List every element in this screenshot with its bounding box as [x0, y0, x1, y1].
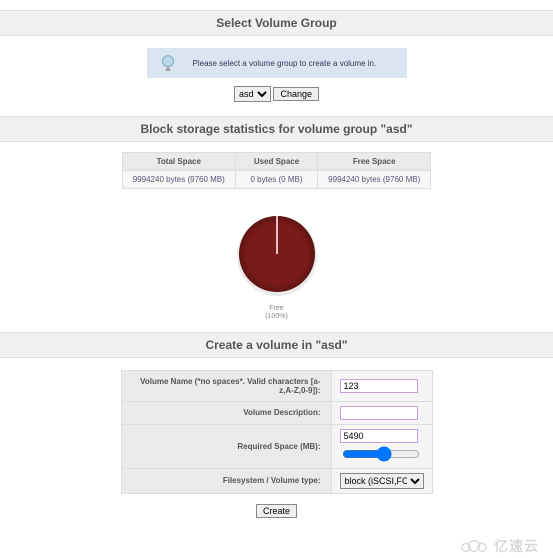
storage-stats-table: Total Space Used Space Free Space 999424…	[122, 152, 431, 189]
val-free: 9994240 bytes (9760 MB)	[318, 171, 431, 189]
table-row: Filesystem / Volume type: block (iSCSI,F…	[121, 468, 432, 493]
table-row: 9994240 bytes (9760 MB) 0 bytes (0 MB) 9…	[122, 171, 430, 189]
label-volume-desc: Volume Description:	[121, 401, 331, 424]
section3-title: Create a volume in "asd"	[205, 338, 347, 352]
field-filesystem: block (iSCSI,FC,etc)	[331, 468, 432, 493]
create-volume-header: Create a volume in "asd"	[0, 332, 553, 358]
field-volume-desc	[331, 401, 432, 424]
field-required-space	[331, 424, 432, 468]
volume-group-select-row: asd Change	[0, 86, 553, 102]
volume-name-input[interactable]	[340, 379, 418, 393]
volume-group-select[interactable]: asd	[234, 86, 271, 102]
storage-stats-header: Block storage statistics for volume grou…	[0, 116, 553, 142]
field-volume-name	[331, 370, 432, 401]
col-used: Used Space	[235, 153, 317, 171]
table-row: Total Space Used Space Free Space	[122, 153, 430, 171]
cloud-icon	[458, 537, 490, 555]
table-row: Required Space (MB):	[121, 424, 432, 468]
col-free: Free Space	[318, 153, 431, 171]
filesystem-select[interactable]: block (iSCSI,FC,etc)	[340, 473, 424, 489]
create-volume-form: Volume Name (*no spaces*. Valid characte…	[121, 370, 433, 494]
val-used: 0 bytes (0 MB)	[235, 171, 317, 189]
chart-label-percent: (100%)	[265, 313, 288, 320]
section1-title: Select Volume Group	[216, 16, 336, 30]
table-row: Volume Description:	[121, 401, 432, 424]
volume-desc-input[interactable]	[340, 406, 418, 420]
chart-label-free: Free	[269, 305, 283, 312]
create-button[interactable]: Create	[256, 504, 297, 518]
pie-chart-svg	[232, 209, 322, 299]
label-required-space: Required Space (MB):	[121, 424, 331, 468]
change-button[interactable]: Change	[273, 87, 319, 101]
required-space-slider[interactable]	[342, 446, 420, 462]
lightbulb-icon	[157, 52, 179, 74]
submit-row: Create	[0, 504, 553, 518]
required-space-input[interactable]	[340, 429, 418, 443]
table-row: Volume Name (*no spaces*. Valid characte…	[121, 370, 432, 401]
chart-label: Free (100%)	[0, 305, 553, 322]
pie-chart: Free (100%)	[0, 209, 553, 322]
label-volume-name: Volume Name (*no spaces*. Valid characte…	[121, 370, 331, 401]
label-filesystem: Filesystem / Volume type:	[121, 468, 331, 493]
watermark: 亿速云	[0, 536, 553, 556]
watermark-text: 亿速云	[494, 536, 539, 556]
select-volume-group-header: Select Volume Group	[0, 10, 553, 36]
info-text: Please select a volume group to create a…	[193, 59, 377, 68]
col-total: Total Space	[122, 153, 235, 171]
info-box: Please select a volume group to create a…	[147, 48, 407, 78]
val-total: 9994240 bytes (9760 MB)	[122, 171, 235, 189]
section2-title: Block storage statistics for volume grou…	[140, 122, 412, 136]
